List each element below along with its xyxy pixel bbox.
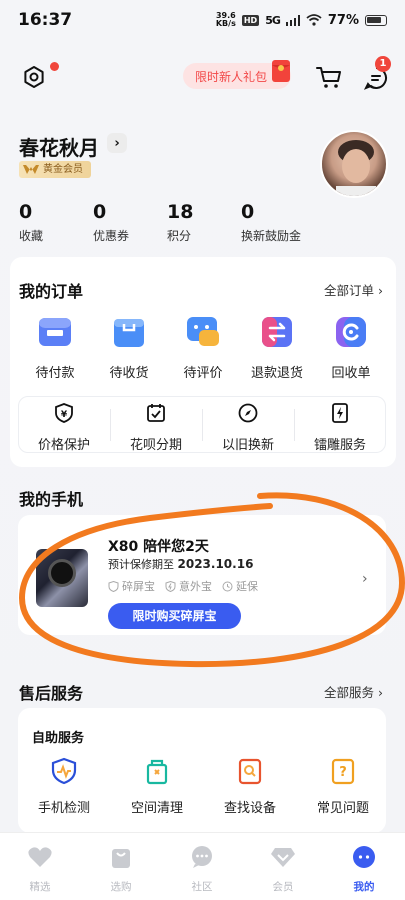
order-pending-review[interactable]: 待评价 xyxy=(168,314,238,381)
service-laser-engraving[interactable]: 镭雕服务 xyxy=(295,403,385,453)
signal-bars-icon xyxy=(285,14,300,26)
compass-icon xyxy=(238,403,258,423)
phone-protection-tags: 碎屏宝 意外宝 延保 xyxy=(108,578,258,594)
broom-icon xyxy=(146,759,168,785)
order-pending-payment[interactable]: 待付款 xyxy=(20,314,90,381)
phone-warranty: 预计保修期至 2023.10.16 xyxy=(108,557,254,571)
signal-icon: 5G xyxy=(265,13,281,27)
phone-model-line: X80 陪伴您2天 xyxy=(108,539,209,555)
self-service-storage-cleanup[interactable]: 空间清理 xyxy=(117,757,197,816)
stat-points[interactable]: 18 积分 xyxy=(167,201,193,244)
tag-accident-protection[interactable]: 意外宝 xyxy=(165,578,212,594)
faq-icon: ? xyxy=(331,758,355,785)
calendar-check-icon xyxy=(147,404,165,422)
svg-text:¥: ¥ xyxy=(61,410,68,420)
stat-coupons[interactable]: 0 优惠券 xyxy=(93,201,129,244)
self-service-title: 自助服务 xyxy=(32,731,85,746)
message-badge: 1 xyxy=(375,56,391,72)
order-pending-delivery[interactable]: 待收货 xyxy=(94,314,164,381)
phone-camera-icon xyxy=(48,559,76,587)
diamond-icon xyxy=(271,848,295,867)
self-service-find-device[interactable]: 查找设备 xyxy=(210,757,290,816)
tab-membership[interactable]: 会员 xyxy=(253,845,313,894)
self-service-card: 自助服务 手机检测 空间清理 查找设备 ? 常见问题 xyxy=(18,708,386,833)
bottom-tab-bar: 精选 选购 社区 会员 我的 xyxy=(0,832,405,900)
avatar-portrait-icon xyxy=(336,140,376,196)
service-installments[interactable]: 花呗分期 xyxy=(111,403,201,453)
buy-screen-protection-button[interactable]: 限时购买碎屏宝 xyxy=(108,603,241,629)
vip-crown-icon xyxy=(23,165,39,174)
my-phone-title: 我的手机 xyxy=(19,490,84,509)
gift-label: 限时新人礼包 xyxy=(195,69,268,84)
chevron-right-icon[interactable]: › xyxy=(362,571,368,587)
stat-favorites[interactable]: 0 收藏 xyxy=(19,201,43,244)
username[interactable]: 春花秋月 xyxy=(19,132,99,161)
avatar[interactable] xyxy=(320,130,388,198)
tab-featured[interactable]: 精选 xyxy=(10,845,70,894)
status-indicators: 39.6 KB/s HD 5G 77% xyxy=(216,12,387,28)
order-services-strip: ¥ 价格保护 花呗分期 以旧换新 镭雕服务 xyxy=(18,396,386,453)
lightning-icon xyxy=(332,403,348,423)
all-services-link[interactable]: 全部服务 › xyxy=(324,682,383,701)
top-toolbar: 限时新人礼包 1 xyxy=(0,55,405,99)
self-service-phone-check[interactable]: 手机检测 xyxy=(24,757,104,816)
exchange-icon xyxy=(262,317,292,347)
heart-icon xyxy=(28,847,52,867)
warranty-date: 2023.10.16 xyxy=(177,557,254,571)
all-orders-link[interactable]: 全部订单 › xyxy=(324,280,383,299)
status-time: 16:37 xyxy=(18,10,73,30)
after-sales-title: 售后服务 xyxy=(19,684,84,703)
hd-icon: HD xyxy=(241,14,260,26)
tab-community[interactable]: 社区 xyxy=(172,845,232,894)
order-refund-return[interactable]: 退款退货 xyxy=(242,314,312,381)
battery-icon xyxy=(365,14,387,26)
recycle-icon xyxy=(336,317,366,347)
service-price-protection[interactable]: ¥ 价格保护 xyxy=(19,403,109,453)
network-speed: 39.6 KB/s xyxy=(215,11,236,28)
tab-me[interactable]: 我的 xyxy=(334,845,394,894)
price-shield-icon: ¥ xyxy=(55,403,73,423)
profile-section: 春花秋月 › 黄金会员 0 收藏 0 优惠券 18 积分 0 换新鼓励金 xyxy=(0,125,405,255)
stat-trade-in-credit[interactable]: 0 换新鼓励金 xyxy=(241,201,301,244)
profile-arrow-button[interactable]: › xyxy=(107,133,127,153)
battery-text: 77% xyxy=(327,12,359,28)
status-bar: 16:37 39.6 KB/s HD 5G 77% xyxy=(0,0,405,40)
settings-notification-dot xyxy=(50,62,59,71)
order-recycle[interactable]: 回收单 xyxy=(316,314,386,381)
vip-label: 黄金会员 xyxy=(43,164,83,175)
phone-check-icon xyxy=(51,757,77,785)
svg-text:?: ? xyxy=(339,765,347,780)
vip-badge[interactable]: 黄金会员 xyxy=(19,161,91,178)
tag-screen-protection[interactable]: 碎屏宝 xyxy=(108,578,155,594)
self-service-faq[interactable]: ? 常见问题 xyxy=(303,757,383,816)
find-device-icon xyxy=(238,758,262,785)
clock-icon xyxy=(222,581,233,591)
tag-extended-warranty[interactable]: 延保 xyxy=(222,578,258,594)
chat-review-icon xyxy=(187,317,219,346)
orders-title: 我的订单 xyxy=(19,282,84,301)
service-trade-in[interactable]: 以旧换新 xyxy=(203,403,293,453)
my-phone-card[interactable]: X80 陪伴您2天 预计保修期至 2023.10.16 碎屏宝 意外宝 延保 限… xyxy=(18,515,386,635)
shield-check-icon xyxy=(108,580,119,592)
wallet-icon xyxy=(39,318,71,346)
tab-shop[interactable]: 选购 xyxy=(91,845,151,894)
order-status-row: 待付款 待收货 待评价 退款退货 回收单 xyxy=(10,314,395,384)
red-envelope-icon[interactable] xyxy=(271,57,291,83)
package-icon xyxy=(114,319,144,347)
bolt-shield-icon xyxy=(165,580,176,592)
bag-icon xyxy=(112,849,130,868)
wifi-icon xyxy=(306,14,322,26)
settings-gear-icon[interactable] xyxy=(22,65,46,89)
community-icon xyxy=(192,846,212,868)
shopping-cart-icon[interactable] xyxy=(316,65,342,89)
profile-icon xyxy=(353,846,375,868)
